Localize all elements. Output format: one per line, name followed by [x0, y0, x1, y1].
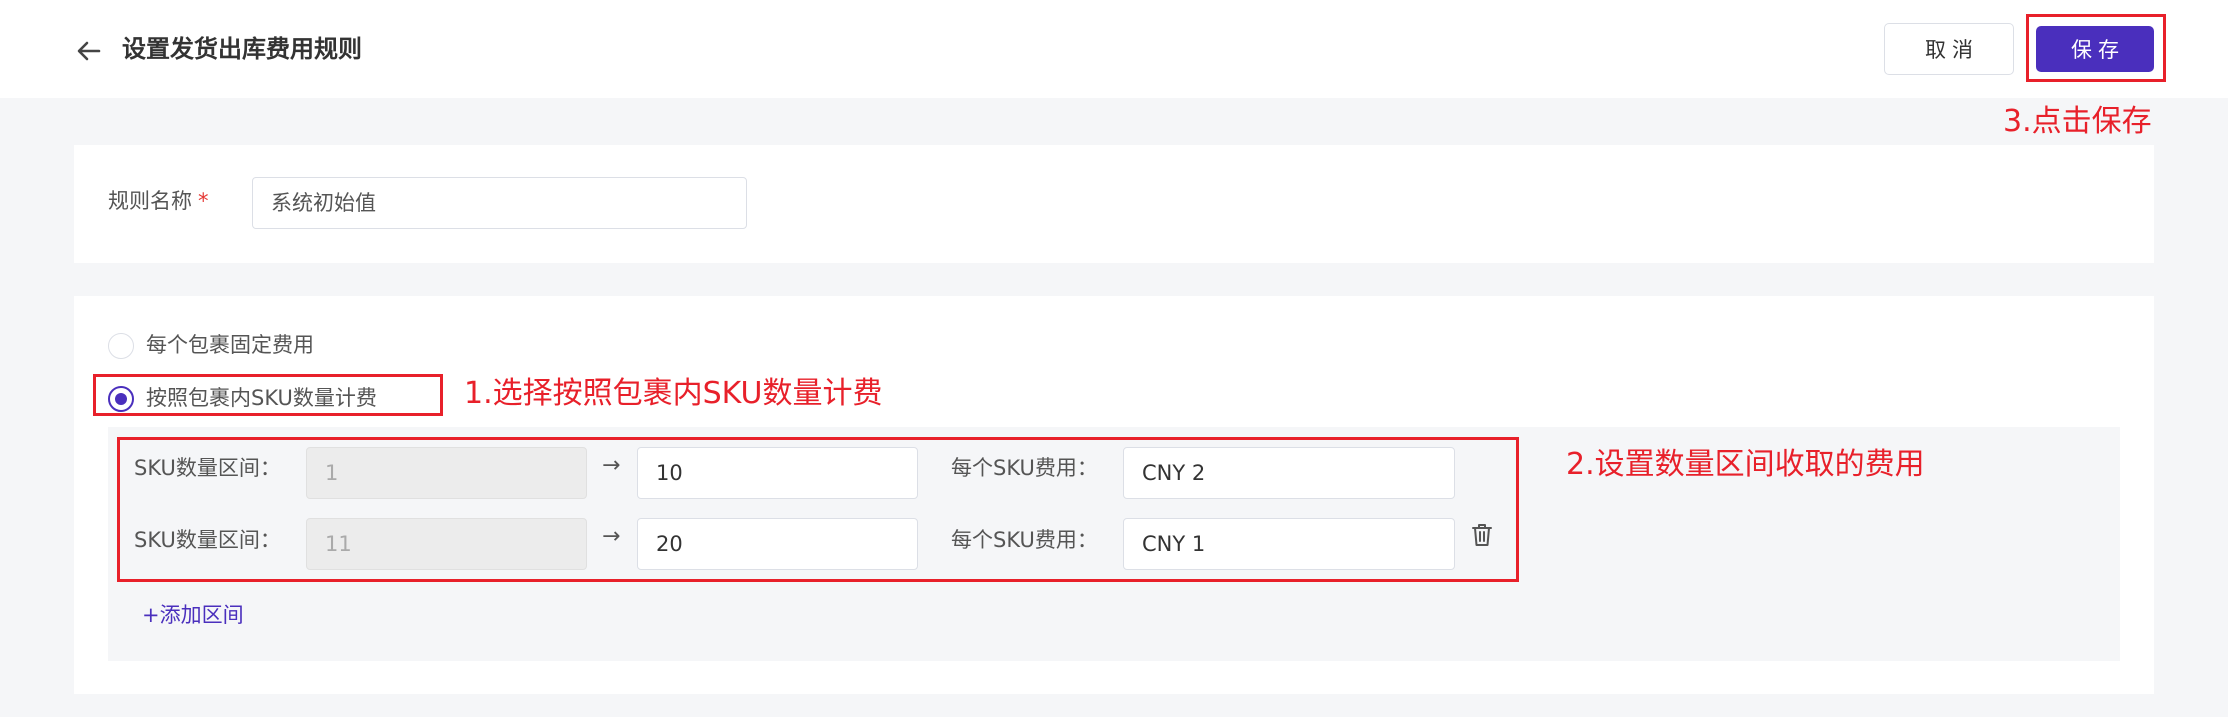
cancel-button[interactable]: 取消 — [1884, 23, 2014, 75]
radio-fixed-fee-label[interactable]: 每个包裹固定费用 — [146, 330, 314, 360]
arrow-left-icon[interactable] — [74, 36, 104, 66]
required-mark: * — [198, 189, 209, 213]
annotation-step3: 3.点击保存 — [2003, 104, 2152, 139]
add-range-link[interactable]: +添加区间 — [142, 600, 244, 630]
rule-name-input[interactable]: 系统初始值 — [252, 177, 747, 229]
annotation-step1: 1.选择按照包裹内SKU数量计费 — [464, 376, 883, 411]
annotation-box-radio — [93, 374, 443, 416]
rule-name-label: 规则名称 * — [108, 186, 209, 216]
annotation-step2: 2.设置数量区间收取的费用 — [1566, 447, 1925, 482]
annotation-box-ranges — [117, 437, 1519, 582]
annotation-box-save — [2026, 14, 2166, 82]
radio-fixed-fee[interactable] — [108, 333, 134, 359]
rule-name-label-text: 规则名称 — [108, 189, 192, 213]
page-title: 设置发货出库费用规则 — [122, 35, 362, 63]
